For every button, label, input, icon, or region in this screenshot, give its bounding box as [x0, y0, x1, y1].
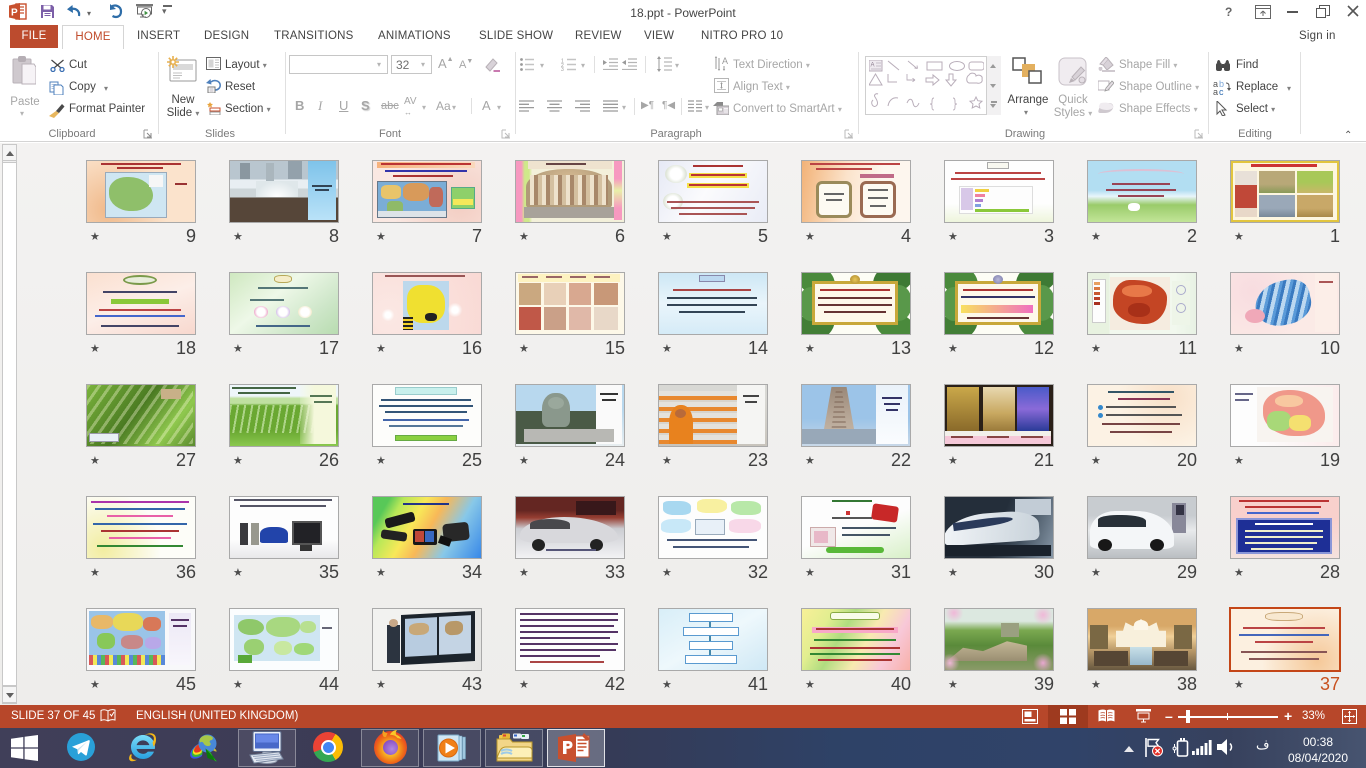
- svg-text:a: a: [1213, 87, 1218, 96]
- svg-text:3: 3: [561, 67, 564, 71]
- svg-text:A: A: [871, 63, 875, 69]
- svg-text:A: A: [722, 56, 728, 66]
- svg-text:c: c: [1219, 87, 1224, 96]
